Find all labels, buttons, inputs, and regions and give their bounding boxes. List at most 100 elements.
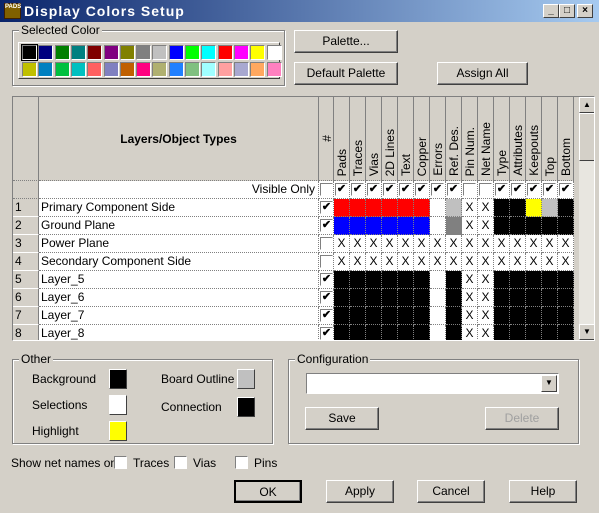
background-color-swatch[interactable] bbox=[109, 369, 127, 389]
highlight-color-swatch[interactable] bbox=[109, 421, 127, 441]
column-header[interactable]: Pin Num. bbox=[462, 97, 478, 181]
color-cell[interactable] bbox=[366, 217, 382, 235]
assign-all-button[interactable]: Assign All bbox=[437, 62, 528, 85]
configuration-dropdown[interactable]: ▼ bbox=[306, 373, 559, 394]
close-button[interactable]: × bbox=[577, 4, 593, 18]
palette-swatch[interactable] bbox=[21, 44, 38, 61]
default-palette-button[interactable]: Default Palette bbox=[294, 62, 398, 85]
column-header[interactable]: Keepouts bbox=[526, 97, 542, 181]
layer-visible-checkbox[interactable]: ✔ bbox=[320, 219, 333, 232]
color-cell[interactable] bbox=[430, 307, 446, 325]
color-cell[interactable] bbox=[398, 271, 414, 289]
color-cell[interactable] bbox=[526, 199, 542, 217]
visible-only-checkbox[interactable]: ✔ bbox=[351, 183, 364, 196]
color-cell[interactable] bbox=[382, 289, 398, 307]
palette-swatch[interactable] bbox=[185, 45, 200, 60]
color-cell[interactable] bbox=[366, 307, 382, 325]
palette-swatch[interactable] bbox=[38, 45, 54, 60]
traces-checkbox[interactable] bbox=[114, 456, 127, 469]
color-cell[interactable] bbox=[494, 307, 510, 325]
column-header[interactable]: Pads bbox=[334, 97, 350, 181]
delete-button[interactable]: Delete bbox=[485, 407, 559, 430]
color-cell[interactable] bbox=[510, 289, 526, 307]
color-cell[interactable] bbox=[526, 325, 542, 340]
color-cell[interactable] bbox=[510, 325, 526, 340]
color-cell[interactable] bbox=[334, 325, 350, 340]
visible-only-checkbox[interactable]: ✔ bbox=[527, 183, 540, 196]
visible-only-checkbox[interactable]: ✔ bbox=[511, 183, 524, 196]
scroll-up-button[interactable]: ▲ bbox=[579, 97, 594, 113]
visible-only-checkbox[interactable] bbox=[320, 183, 333, 196]
color-cell[interactable] bbox=[366, 271, 382, 289]
color-cell[interactable] bbox=[446, 325, 462, 340]
ok-button[interactable]: OK bbox=[234, 480, 302, 503]
vias-checkbox[interactable] bbox=[174, 456, 187, 469]
color-cell[interactable] bbox=[494, 289, 510, 307]
help-button[interactable]: Help bbox=[509, 480, 577, 503]
color-cell[interactable] bbox=[558, 271, 574, 289]
color-cell[interactable] bbox=[382, 307, 398, 325]
color-cell[interactable] bbox=[446, 199, 462, 217]
color-cell[interactable] bbox=[382, 271, 398, 289]
layer-visible-checkbox[interactable] bbox=[320, 237, 333, 250]
palette-swatch[interactable] bbox=[250, 45, 266, 60]
color-cell[interactable] bbox=[366, 199, 382, 217]
palette-swatch[interactable] bbox=[54, 61, 70, 77]
vertical-scrollbar[interactable]: ▲ ▼ bbox=[579, 97, 594, 340]
visible-only-checkbox[interactable]: ✔ bbox=[447, 183, 460, 196]
color-cell[interactable] bbox=[542, 289, 558, 307]
color-cell[interactable] bbox=[414, 271, 430, 289]
palette-swatch[interactable] bbox=[38, 61, 54, 77]
layer-name[interactable]: Power Plane bbox=[39, 235, 319, 253]
palette-swatch[interactable] bbox=[103, 61, 119, 77]
selections-color-swatch[interactable] bbox=[109, 395, 127, 415]
layer-name[interactable]: Primary Component Side bbox=[39, 199, 319, 217]
color-cell[interactable] bbox=[542, 217, 558, 235]
chevron-down-icon[interactable]: ▼ bbox=[541, 375, 557, 392]
column-header[interactable]: Ref. Des. bbox=[446, 97, 462, 181]
scroll-down-button[interactable]: ▼ bbox=[579, 324, 594, 340]
color-cell[interactable] bbox=[398, 289, 414, 307]
color-cell[interactable] bbox=[558, 307, 574, 325]
color-cell[interactable] bbox=[414, 307, 430, 325]
layer-name[interactable]: Layer_6 bbox=[39, 289, 319, 307]
palette-swatch[interactable] bbox=[266, 61, 282, 77]
color-cell[interactable] bbox=[334, 199, 350, 217]
palette-button[interactable]: Palette... bbox=[294, 30, 398, 53]
layer-name[interactable]: Layer_5 bbox=[39, 271, 319, 289]
color-cell[interactable] bbox=[558, 199, 574, 217]
column-header[interactable]: Copper bbox=[414, 97, 430, 181]
color-cell[interactable] bbox=[350, 289, 366, 307]
layer-visible-checkbox[interactable] bbox=[320, 255, 333, 268]
color-cell[interactable] bbox=[398, 199, 414, 217]
color-cell[interactable] bbox=[446, 217, 462, 235]
color-cell[interactable] bbox=[558, 289, 574, 307]
color-cell[interactable] bbox=[366, 289, 382, 307]
visible-only-checkbox[interactable]: ✔ bbox=[415, 183, 428, 196]
palette-swatch[interactable] bbox=[217, 61, 233, 77]
scroll-thumb[interactable] bbox=[579, 113, 594, 161]
color-cell[interactable] bbox=[382, 325, 398, 340]
color-cell[interactable] bbox=[446, 307, 462, 325]
visible-only-checkbox[interactable] bbox=[479, 183, 492, 196]
color-cell[interactable] bbox=[350, 307, 366, 325]
column-header[interactable]: Net Name bbox=[478, 97, 494, 181]
column-header[interactable]: Type bbox=[494, 97, 510, 181]
color-cell[interactable] bbox=[414, 289, 430, 307]
palette-swatch[interactable] bbox=[217, 45, 233, 60]
color-cell[interactable] bbox=[350, 325, 366, 340]
palette-swatch[interactable] bbox=[201, 45, 217, 60]
color-cell[interactable] bbox=[526, 217, 542, 235]
palette-swatch[interactable] bbox=[201, 61, 217, 77]
color-cell[interactable] bbox=[350, 199, 366, 217]
layer-visible-checkbox[interactable]: ✔ bbox=[320, 291, 333, 304]
color-cell[interactable] bbox=[430, 217, 446, 235]
color-cell[interactable] bbox=[350, 217, 366, 235]
palette-swatch[interactable] bbox=[152, 45, 168, 60]
color-cell[interactable] bbox=[542, 325, 558, 340]
color-cell[interactable] bbox=[334, 271, 350, 289]
visible-only-checkbox[interactable]: ✔ bbox=[495, 183, 508, 196]
minimize-button[interactable]: _ bbox=[543, 4, 559, 18]
palette-swatch[interactable] bbox=[168, 61, 184, 77]
color-cell[interactable] bbox=[558, 325, 574, 340]
